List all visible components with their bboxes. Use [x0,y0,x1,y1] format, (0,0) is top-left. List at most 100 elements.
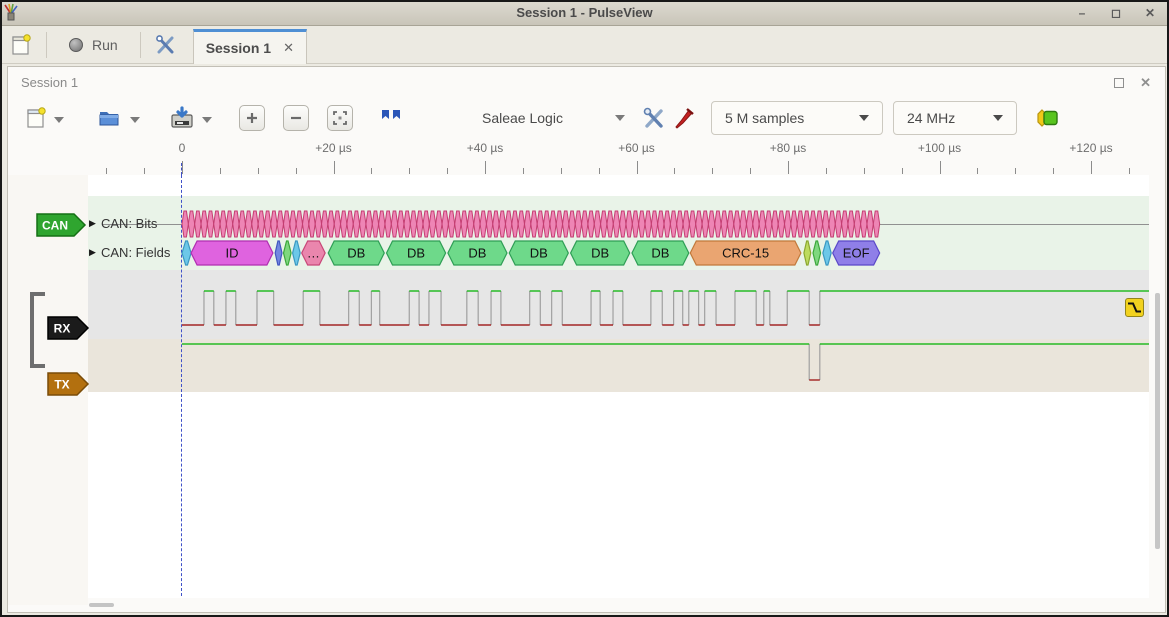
can-bit-annotation[interactable] [563,211,569,237]
time-ruler[interactable]: 0+20 µs+40 µs+60 µs+80 µs+100 µs+120 µs [88,141,1149,175]
trace-view[interactable]: ID…DBDBDBDBDBDBCRC-15EOF [88,175,1149,598]
can-bit-annotation[interactable] [512,211,518,237]
can-bit-annotation[interactable] [772,211,778,237]
can-bit-annotation[interactable] [195,211,201,237]
can-bit-annotation[interactable] [651,211,657,237]
can-bit-annotation[interactable] [861,211,867,237]
can-bit-annotation[interactable] [271,211,277,237]
can-bit-annotation[interactable] [873,211,879,237]
can-bit-annotation[interactable] [531,211,537,237]
can-bit-annotation[interactable] [791,211,797,237]
can-bit-annotation[interactable] [778,211,784,237]
can-bit-annotation[interactable] [372,211,378,237]
can-field-annotation[interactable] [275,241,282,265]
horizontal-scrollbar[interactable] [89,603,114,607]
titlebar[interactable]: Session 1 - PulseView – ◻ ✕ [2,2,1167,26]
add-decoder-button[interactable] [1031,101,1065,135]
can-bit-annotation[interactable] [835,211,841,237]
new-view-dropdown[interactable] [50,101,68,135]
can-bit-annotation[interactable] [201,211,207,237]
can-bit-annotation[interactable] [708,211,714,237]
decoder-tag-can[interactable]: CAN [36,213,88,237]
signal-tag-tx[interactable]: TX [47,372,91,396]
can-bit-annotation[interactable] [252,211,258,237]
can-bit-annotation[interactable] [556,211,562,237]
sample-rate-select[interactable]: 24 MHz [893,101,1017,135]
can-bit-annotation[interactable] [848,211,854,237]
can-bit-annotation[interactable] [429,211,435,237]
can-bit-annotation[interactable] [245,211,251,237]
can-bit-annotation[interactable] [233,211,239,237]
can-bit-annotation[interactable] [493,211,499,237]
can-bit-annotation[interactable] [664,211,670,237]
can-bit-annotation[interactable] [448,211,454,237]
can-bit-annotation[interactable] [334,211,340,237]
can-bit-annotation[interactable] [575,211,581,237]
can-bit-annotation[interactable] [632,211,638,237]
can-bit-annotation[interactable] [867,211,873,237]
can-bit-annotation[interactable] [702,211,708,237]
maximize-icon[interactable]: ◻ [1107,4,1125,22]
tab-session-1[interactable]: Session 1 ✕ [193,29,307,64]
can-bit-annotation[interactable] [715,211,721,237]
can-bit-annotation[interactable] [721,211,727,237]
zoom-in-button[interactable] [236,101,268,135]
can-bit-annotation[interactable] [620,211,626,237]
can-bit-annotation[interactable] [455,211,461,237]
can-bit-annotation[interactable] [283,211,289,237]
save-dropdown[interactable] [198,101,216,135]
can-bit-annotation[interactable] [689,211,695,237]
can-bit-annotation[interactable] [658,211,664,237]
can-bit-annotation[interactable] [537,211,543,237]
can-bit-annotation[interactable] [315,211,321,237]
can-bit-annotation[interactable] [423,211,429,237]
can-bit-annotation[interactable] [385,211,391,237]
panel-float-icon[interactable] [1114,78,1124,88]
can-bit-annotation[interactable] [391,211,397,237]
minimize-icon[interactable]: – [1073,4,1091,22]
can-bit-annotation[interactable] [550,211,556,237]
can-bit-annotation[interactable] [442,211,448,237]
zoom-out-button[interactable] [280,101,312,135]
can-bit-annotation[interactable] [214,211,220,237]
can-bit-annotation[interactable] [410,211,416,237]
can-bit-annotation[interactable] [677,211,683,237]
can-bit-annotation[interactable] [645,211,651,237]
can-bit-annotation[interactable] [601,211,607,237]
new-view-button[interactable] [22,101,50,135]
can-bit-annotation[interactable] [829,211,835,237]
can-bit-annotation[interactable] [524,211,530,237]
configure-device-button[interactable] [639,101,669,135]
can-bit-annotation[interactable] [683,211,689,237]
can-bit-annotation[interactable] [670,211,676,237]
can-bit-annotation[interactable] [785,211,791,237]
show-cursors-button[interactable] [376,101,406,135]
expander-icon[interactable]: ▶ [89,247,96,258]
trace-group-bracket[interactable] [30,292,45,368]
close-icon[interactable]: ✕ [1141,4,1159,22]
can-bit-annotation[interactable] [607,211,613,237]
can-bit-annotation[interactable] [341,211,347,237]
zoom-fit-button[interactable] [324,101,356,135]
can-bit-annotation[interactable] [613,211,619,237]
vertical-scrollbar[interactable] [1155,293,1160,549]
can-bit-annotation[interactable] [296,211,302,237]
device-select[interactable]: Saleae Logic [482,101,625,135]
can-bit-annotation[interactable] [436,211,442,237]
can-bit-annotation[interactable] [264,211,270,237]
can-bit-annotation[interactable] [759,211,765,237]
can-bit-annotation[interactable] [486,211,492,237]
can-bit-annotation[interactable] [639,211,645,237]
channels-button[interactable] [669,101,697,135]
tab-close-icon[interactable]: ✕ [283,40,294,56]
can-bit-annotation[interactable] [544,211,550,237]
can-bit-annotation[interactable] [499,211,505,237]
can-field-annotation[interactable] [293,241,301,265]
can-bit-annotation[interactable] [518,211,524,237]
can-bit-annotation[interactable] [461,211,467,237]
can-bit-annotation[interactable] [480,211,486,237]
can-bit-annotation[interactable] [207,211,213,237]
can-bit-annotation[interactable] [322,211,328,237]
can-bit-annotation[interactable] [474,211,480,237]
can-bit-annotation[interactable] [258,211,264,237]
